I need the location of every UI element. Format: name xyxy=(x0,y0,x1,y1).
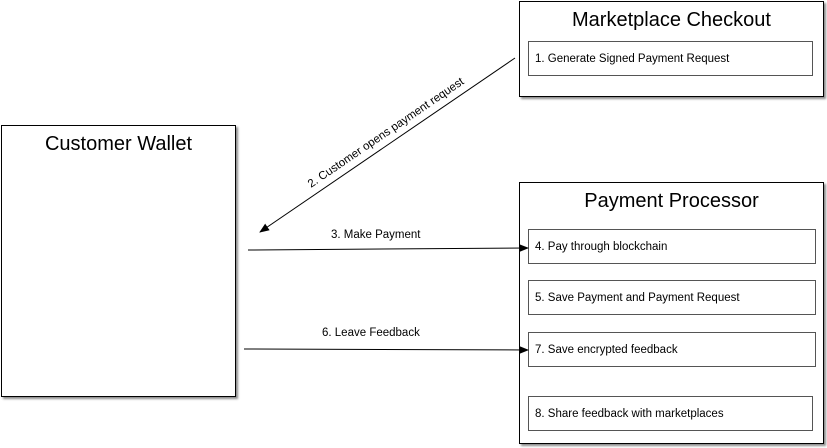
label-make-payment: 3. Make Payment xyxy=(331,229,421,241)
arrow-make-payment xyxy=(247,244,529,253)
label-open-request: 2. Customer opens payment request xyxy=(306,75,467,190)
arrow-leave-feedback xyxy=(243,345,529,354)
arrow-open-request xyxy=(259,57,516,233)
label-leave-feedback: 6. Leave Feedback xyxy=(322,327,420,339)
connector-layer: 2. Customer opens payment request 3. Mak… xyxy=(243,57,529,354)
